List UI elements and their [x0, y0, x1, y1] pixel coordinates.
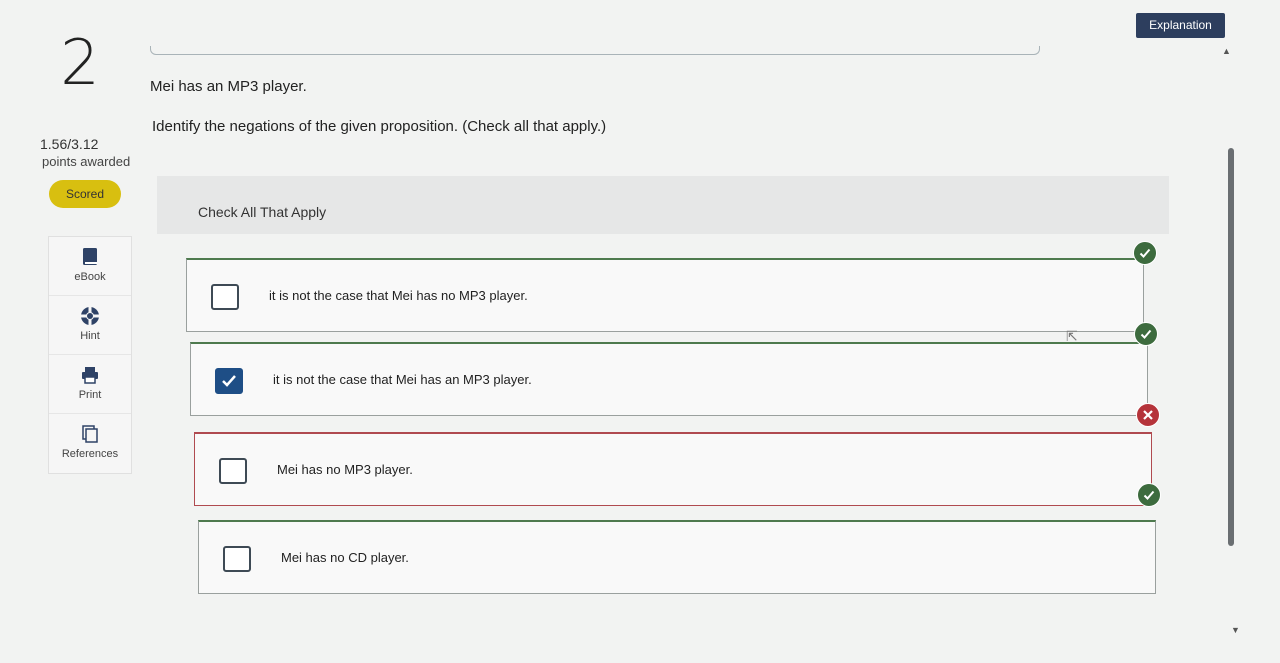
- option-3-text: Mei has no MP3 player.: [277, 462, 413, 477]
- print-tool[interactable]: Print: [49, 355, 131, 414]
- print-label: Print: [78, 389, 102, 401]
- scored-badge[interactable]: Scored: [49, 180, 121, 208]
- option-4-checkbox[interactable]: [223, 546, 251, 572]
- documents-icon: [49, 424, 131, 446]
- explanation-button[interactable]: Explanation: [1136, 13, 1225, 38]
- references-tool[interactable]: References: [49, 414, 131, 473]
- references-label: References: [61, 448, 119, 460]
- tools-panel: eBook Hint Print References: [48, 236, 132, 474]
- divider: [150, 46, 1040, 55]
- mouse-cursor-icon: ⇱: [1066, 328, 1078, 344]
- scrollbar-thumb[interactable]: [1228, 148, 1234, 546]
- ebook-label: eBook: [74, 271, 106, 283]
- option-4-text: Mei has no CD player.: [281, 550, 409, 565]
- answer-option-2[interactable]: it is not the case that Mei has an MP3 p…: [190, 342, 1148, 416]
- instruction-text: Identify the negations of the given prop…: [152, 118, 607, 135]
- hint-label: Hint: [80, 330, 100, 342]
- option-3-checkbox[interactable]: [219, 458, 247, 484]
- scroll-down-arrow-icon[interactable]: ▼: [1231, 625, 1240, 635]
- scroll-up-arrow-icon[interactable]: ▲: [1222, 46, 1231, 56]
- answer-option-4[interactable]: Mei has no CD player.: [198, 520, 1156, 594]
- option-2-checkbox[interactable]: [215, 368, 243, 394]
- incorrect-x-icon: [1136, 403, 1160, 427]
- ebook-tool[interactable]: eBook: [49, 237, 131, 296]
- points-value: 1.56/3.12: [40, 136, 99, 152]
- option-2-text: it is not the case that Mei has an MP3 p…: [273, 372, 532, 387]
- answer-option-1[interactable]: it is not the case that Mei has no MP3 p…: [186, 258, 1144, 332]
- proposition-text: Mei has an MP3 player.: [150, 78, 307, 95]
- points-label: points awarded: [42, 154, 131, 169]
- option-1-checkbox[interactable]: [211, 284, 239, 310]
- question-number: 2: [60, 26, 100, 99]
- check-all-header: Check All That Apply: [157, 176, 1169, 234]
- printer-icon: [49, 365, 131, 387]
- hint-tool[interactable]: Hint: [49, 296, 131, 355]
- book-icon: [49, 247, 131, 269]
- correct-check-icon: [1137, 483, 1161, 507]
- correct-check-icon: [1134, 322, 1158, 346]
- answer-option-3[interactable]: Mei has no MP3 player.: [194, 432, 1152, 506]
- correct-check-icon: [1133, 241, 1157, 265]
- option-1-text: it is not the case that Mei has no MP3 p…: [269, 288, 528, 303]
- lifebuoy-icon: [49, 306, 131, 328]
- check-all-label: Check All That Apply: [198, 204, 327, 220]
